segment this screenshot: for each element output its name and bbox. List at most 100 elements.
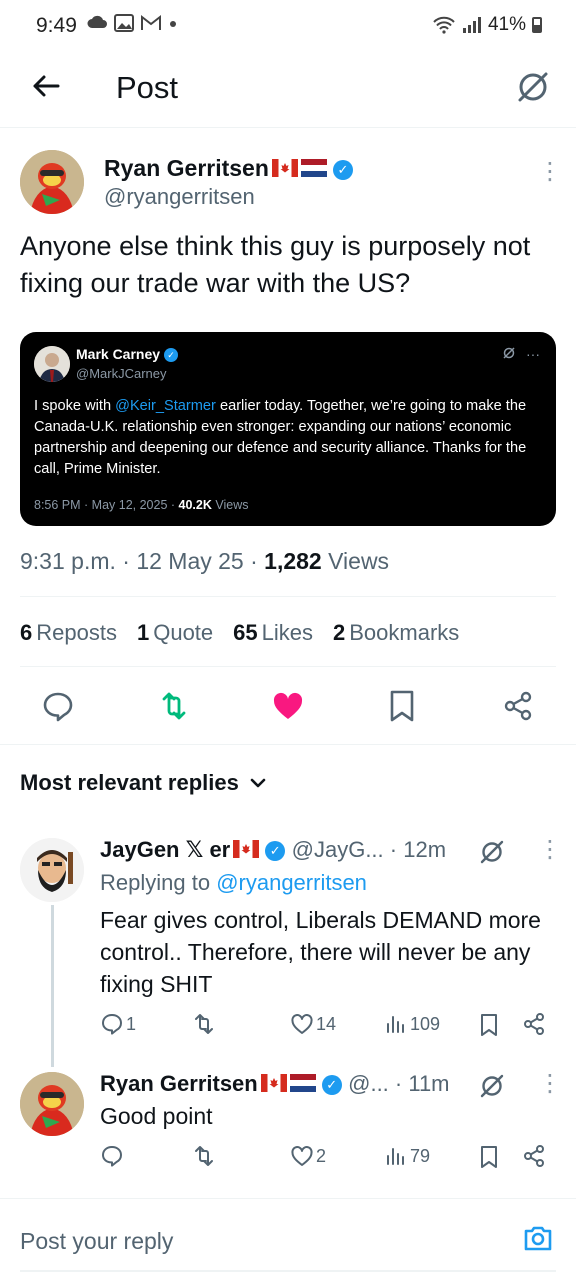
replies-sort-label: Most relevant replies	[20, 770, 239, 795]
back-arrow-icon[interactable]	[28, 68, 64, 104]
repost-icon	[195, 1146, 213, 1166]
reply-header: JayGen 𝕏 er ✓ @JayG... · 12m	[100, 836, 446, 863]
divider	[0, 744, 576, 745]
reply-icon	[102, 1146, 122, 1167]
like-button[interactable]	[268, 686, 308, 726]
repost-icon	[162, 692, 186, 720]
verified-badge-icon: ✓	[265, 841, 286, 861]
reply-reply-button[interactable]	[100, 1144, 126, 1168]
verified-badge-icon: ✓	[321, 1075, 342, 1095]
reply-handle[interactable]: @JayG...	[292, 837, 384, 862]
post-timestamp: 9:31 p.m. · 12 May 25 · 1,282 Views	[20, 548, 390, 574]
reply-action-bar: 2 79	[100, 1144, 550, 1174]
share-button[interactable]	[498, 686, 538, 726]
more-options-icon[interactable]: ⋮	[538, 838, 562, 862]
views-icon	[387, 1016, 404, 1033]
camera-icon[interactable]	[522, 1222, 554, 1254]
reply-header: Ryan Gerritsen ✓ @... · 11m	[100, 1070, 450, 1097]
post-stats: 6 Reposts 1 Quote 65 Likes 2 Bookmarks	[20, 620, 459, 646]
reply-bookmark-button[interactable]	[478, 1012, 500, 1038]
reply-handle[interactable]: @...	[348, 1071, 389, 1096]
reply-author-name[interactable]: JayGen 𝕏 er	[100, 837, 230, 862]
reply-share-button[interactable]	[522, 1012, 546, 1036]
views-icon	[387, 1148, 404, 1165]
divider	[20, 666, 556, 667]
reply-button[interactable]	[38, 686, 78, 726]
embedded-image[interactable]: Mark Carney ✓ @MarkJCarney ··· I spoke wi…	[20, 332, 556, 526]
wifi-icon	[433, 16, 455, 34]
post-action-bar	[0, 686, 576, 730]
reply-text: Good point	[100, 1103, 213, 1129]
embed-top-icons: ···	[502, 346, 540, 362]
reply-count: 1	[126, 1013, 137, 1034]
reply-repost-button[interactable]	[192, 1144, 218, 1168]
page-title: Post	[116, 70, 179, 105]
embed-avatar	[34, 346, 70, 382]
bookmark-icon	[481, 1146, 497, 1168]
composer-underline	[20, 1270, 556, 1272]
view-count: 109	[410, 1013, 441, 1034]
author-name[interactable]: Ryan Gerritsen	[104, 155, 269, 181]
embed-author-handle: @MarkJCarney	[76, 366, 167, 381]
status-right: 41%	[432, 14, 542, 36]
top-app-bar: Post	[0, 52, 576, 128]
reply-avatar[interactable]	[20, 1072, 84, 1136]
bookmark-button[interactable]	[382, 686, 422, 726]
quotes-stat[interactable]: 1 Quote	[137, 620, 213, 646]
view-count: 79	[410, 1145, 431, 1166]
reply-share-button[interactable]	[522, 1144, 546, 1168]
replying-to-handle[interactable]: @ryangerritsen	[216, 870, 367, 895]
reply-composer-input[interactable]: Post your reply	[20, 1228, 173, 1255]
reply-author-name[interactable]: Ryan Gerritsen	[100, 1071, 258, 1096]
gallery-icon	[114, 14, 134, 32]
embed-more-icon: ···	[526, 346, 540, 362]
reply-reply-button[interactable]: 1	[100, 1012, 136, 1036]
author-avatar[interactable]	[20, 150, 84, 214]
reply-views-button[interactable]: 109	[384, 1012, 440, 1036]
reply-bookmark-button[interactable]	[478, 1144, 500, 1170]
reply-time: · 12m	[383, 837, 447, 862]
verified-badge-icon: ✓	[332, 160, 353, 180]
battery-icon	[532, 17, 542, 33]
reply-repost-button[interactable]	[192, 1012, 218, 1036]
cloud-icon	[87, 15, 107, 28]
reply-time: · 11m	[388, 1071, 450, 1096]
more-options-icon[interactable]: ⋮	[538, 160, 562, 184]
reposts-stat[interactable]: 6 Reposts	[20, 620, 117, 646]
status-time: 9:49	[36, 14, 77, 37]
grok-icon[interactable]	[514, 68, 552, 106]
grok-icon[interactable]	[478, 1072, 506, 1100]
grok-icon[interactable]	[478, 838, 506, 866]
views-count: 1,282	[264, 548, 322, 574]
embed-meta: 8:56 PM · May 12, 2025 · 40.2K Views	[34, 498, 249, 512]
reply-icon	[43, 692, 73, 722]
share-icon	[504, 691, 532, 721]
embed-author-name: Mark Carney ✓	[76, 346, 179, 362]
status-left-icons	[86, 14, 178, 32]
reply-avatar[interactable]	[20, 838, 84, 902]
embed-verified-icon: ✓	[164, 348, 179, 362]
likes-stat[interactable]: 65 Likes	[233, 620, 313, 646]
author-handle[interactable]: @ryangerritsen	[104, 184, 255, 210]
replies-sort-dropdown[interactable]: Most relevant replies	[20, 770, 267, 796]
divider	[0, 1198, 576, 1199]
thread-line	[51, 905, 54, 1067]
share-icon	[524, 1013, 544, 1035]
canada-flag-icon	[260, 1074, 287, 1092]
more-options-icon[interactable]: ⋮	[538, 1072, 562, 1096]
reply-text: Fear gives control, Liberals DEMAND more…	[100, 907, 541, 997]
gmail-icon	[141, 14, 161, 30]
reply-views-button[interactable]: 79	[384, 1144, 430, 1168]
reply-like-button[interactable]: 14	[290, 1012, 336, 1036]
share-icon	[524, 1145, 544, 1167]
embed-mention: @Keir_Starmer	[115, 398, 216, 414]
reply-icon	[102, 1014, 122, 1035]
like-count: 14	[316, 1013, 337, 1034]
replying-to: Replying to @ryangerritsen	[100, 870, 367, 895]
bookmark-icon	[390, 690, 414, 722]
signal-icon	[462, 17, 481, 33]
bookmarks-stat[interactable]: 2 Bookmarks	[333, 620, 459, 646]
repost-button[interactable]	[154, 686, 194, 726]
bookmark-icon	[481, 1014, 497, 1036]
reply-like-button[interactable]: 2	[290, 1144, 326, 1168]
